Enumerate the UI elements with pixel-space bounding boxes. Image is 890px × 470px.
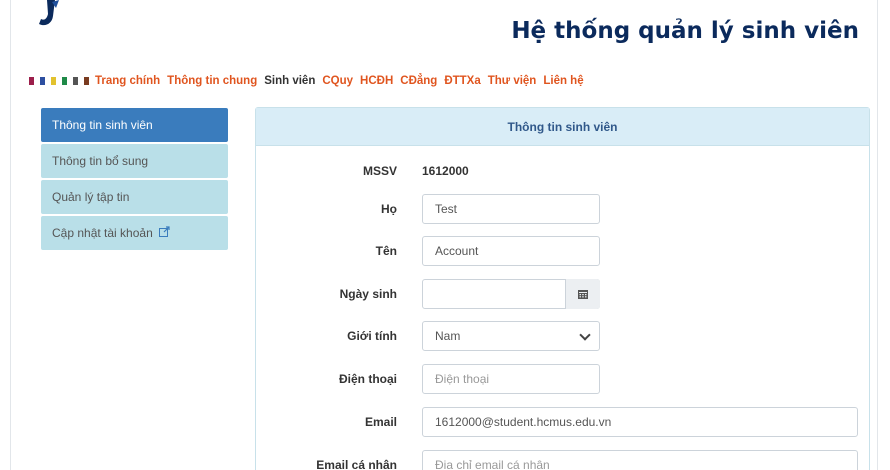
email-ca-nhan-input[interactable] xyxy=(422,450,858,470)
calendar-icon xyxy=(578,290,588,299)
site-title: Hệ thống quản lý sinh viên xyxy=(511,18,859,44)
email-input[interactable] xyxy=(422,407,858,437)
row-dien-thoai: Điện thoại xyxy=(256,364,871,394)
panel-title: Thông tin sinh viên xyxy=(256,108,869,146)
external-link-icon xyxy=(159,216,170,250)
nav-color-square xyxy=(40,77,45,85)
nav-lien-he[interactable]: Liên hệ xyxy=(543,75,583,87)
nav-color-square xyxy=(29,77,34,85)
chevron-down-icon xyxy=(579,329,591,341)
sidebar: Thông tin sinh viên Thông tin bổ sung Qu… xyxy=(41,108,228,252)
sidebar-item-label: Thông tin bổ sung xyxy=(52,154,149,168)
email-label: Email xyxy=(364,415,397,429)
ten-label: Tên xyxy=(375,244,397,258)
nav-cdang[interactable]: CĐẳng xyxy=(400,75,437,87)
ho-label: Họ xyxy=(381,202,397,216)
page-container: Hệ thống quản lý sinh viên Trang chính T… xyxy=(10,0,878,470)
email-ca-nhan-label: Email cá nhân xyxy=(316,458,397,470)
row-ngay-sinh: Ngày sinh xyxy=(256,279,871,309)
nav-color-square xyxy=(51,77,56,85)
sidebar-item-label: Cập nhật tài khoản xyxy=(52,226,153,240)
row-email: Email xyxy=(256,407,871,437)
nav-color-square xyxy=(84,77,89,85)
ho-input[interactable] xyxy=(422,194,600,224)
row-ho: Họ xyxy=(256,194,871,224)
gioi-tinh-label: Giới tính xyxy=(347,329,397,343)
mssv-value: 1612000 xyxy=(422,164,469,178)
nav-sinh-vien[interactable]: Sinh viên xyxy=(264,75,315,87)
sidebar-item-quan-ly-tap-tin[interactable]: Quản lý tập tin xyxy=(41,180,228,214)
calendar-button[interactable] xyxy=(565,279,600,309)
ngay-sinh-label: Ngày sinh xyxy=(339,287,397,301)
student-info-panel: Thông tin sinh viên MSSV 1612000 Họ Tên … xyxy=(255,107,870,470)
sidebar-item-cap-nhat-tai-khoan[interactable]: Cập nhật tài khoản xyxy=(41,216,228,250)
sidebar-item-thong-tin-sinh-vien[interactable]: Thông tin sinh viên xyxy=(41,108,228,142)
nav-thu-vien[interactable]: Thư viện xyxy=(488,75,537,87)
row-mssv: MSSV 1612000 xyxy=(256,156,871,186)
nav-color-square xyxy=(62,77,67,85)
mssv-label: MSSV xyxy=(362,164,397,178)
nav-cquy[interactable]: CQuy xyxy=(322,75,353,87)
row-ten: Tên xyxy=(256,236,871,266)
row-email-ca-nhan: Email cá nhân xyxy=(256,450,871,470)
nav-color-square xyxy=(73,77,78,85)
gioi-tinh-select[interactable]: Nam xyxy=(422,321,600,351)
nav-trang-chinh[interactable]: Trang chính xyxy=(95,75,160,87)
top-nav: Trang chính Thông tin chung Sinh viên CQ… xyxy=(29,73,591,89)
nav-hcdh[interactable]: HCĐH xyxy=(360,75,393,87)
dien-thoai-label: Điện thoại xyxy=(338,372,397,386)
sidebar-item-label: Thông tin sinh viên xyxy=(52,118,153,132)
dien-thoai-input[interactable] xyxy=(422,364,600,394)
gioi-tinh-selected: Nam xyxy=(435,329,461,343)
nav-thong-tin-chung[interactable]: Thông tin chung xyxy=(167,75,257,87)
row-gioi-tinh: Giới tính Nam xyxy=(256,321,871,351)
sidebar-item-label: Quản lý tập tin xyxy=(52,190,130,204)
sidebar-item-thong-tin-bo-sung[interactable]: Thông tin bổ sung xyxy=(41,144,228,178)
school-logo xyxy=(39,0,59,26)
nav-color-squares xyxy=(29,77,95,85)
ten-input[interactable] xyxy=(422,236,600,266)
nav-dttxa[interactable]: ĐTTXa xyxy=(444,75,480,87)
